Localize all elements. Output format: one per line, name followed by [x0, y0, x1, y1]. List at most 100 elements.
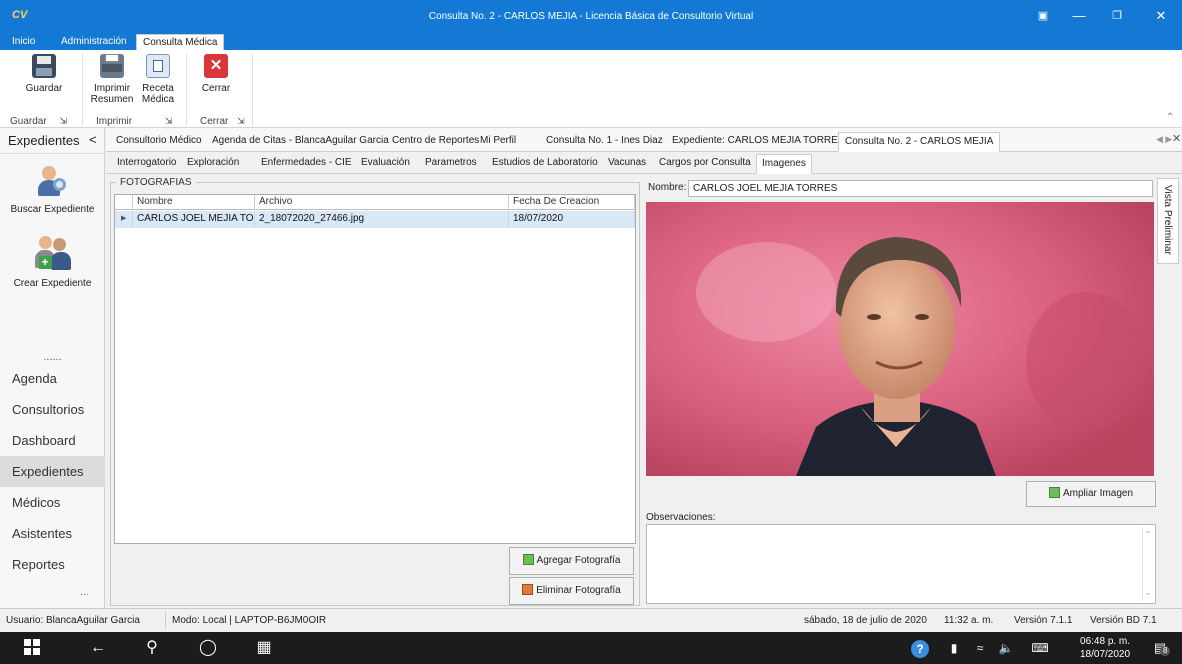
- status-modo: Modo: Local | LAPTOP-B6JM0OIR: [172, 615, 327, 626]
- add-patient-icon: +: [34, 234, 71, 272]
- add-photo-icon: [522, 554, 534, 565]
- ribbon-group-guardar: Guardar ⇲: [10, 116, 68, 127]
- dialog-launcher-icon[interactable]: ⇲: [165, 116, 173, 126]
- nombre-label: Nombre:: [648, 182, 687, 193]
- back-arrow-icon[interactable]: ←: [78, 632, 118, 664]
- tab-consulta-1[interactable]: Consulta No. 1 - Ines Diaz: [540, 132, 669, 152]
- ribbon: Guardar Imprimir Resumen Receta Médica ✕…: [0, 50, 1182, 128]
- table-row-archivo[interactable]: 2_18072020_27466.jpg: [255, 211, 509, 228]
- nombre-field[interactable]: CARLOS JOEL MEJIA TORRES: [688, 180, 1153, 197]
- tab-imagenes[interactable]: Imagenes: [756, 154, 812, 174]
- more-dots[interactable]: ......: [0, 351, 105, 363]
- windows-start-icon[interactable]: [12, 632, 52, 664]
- agregar-fotografia-button[interactable]: Agregar Fotografía: [509, 547, 634, 575]
- row-indicator-header: [115, 195, 133, 210]
- prescription-icon: [146, 54, 170, 78]
- tab-expediente[interactable]: Expediente: CARLOS MEJIA TORRES: [666, 132, 850, 152]
- nav-reportes[interactable]: Reportes: [0, 549, 105, 580]
- menu-consulta-medica[interactable]: Consulta Médica: [136, 34, 225, 51]
- col-fecha[interactable]: Fecha De Creacion: [509, 195, 635, 210]
- col-archivo[interactable]: Archivo: [255, 195, 509, 210]
- printer-icon: [100, 54, 124, 78]
- imprimir-resumen-button[interactable]: Imprimir Resumen: [88, 54, 136, 105]
- eliminar-fotografia-button[interactable]: Eliminar Fotografía: [509, 577, 634, 605]
- nav-expedientes[interactable]: Expedientes: [0, 456, 105, 487]
- zoom-image-icon: [1048, 487, 1060, 498]
- status-bar: Usuario: BlancaAguilar Garcia Modo: Loca…: [0, 608, 1182, 632]
- guardar-button[interactable]: Guardar: [20, 54, 68, 94]
- observaciones-label: Observaciones:: [646, 512, 716, 523]
- tab-consulta-2[interactable]: Consulta No. 2 - CARLOS MEJIA: [838, 132, 1001, 152]
- save-icon: [32, 54, 56, 78]
- left-panel-title: Expedientes: [8, 133, 80, 148]
- menu-inicio[interactable]: Inicio: [6, 34, 41, 50]
- notifications-icon[interactable]: ▤8: [1140, 632, 1180, 664]
- clock[interactable]: 06:48 p. m. 18/07/2020: [1080, 635, 1130, 661]
- search-icon[interactable]: ⚲: [132, 632, 172, 664]
- minimize-button[interactable]: —: [1064, 6, 1094, 26]
- table-row-fecha[interactable]: 18/07/2020: [509, 211, 635, 228]
- delete-photo-icon: [522, 584, 534, 595]
- tab-centro-reportes[interactable]: Centro de Reportes: [386, 132, 485, 152]
- status-version: Versión 7.1.1: [1014, 615, 1073, 626]
- fotografias-grid[interactable]: Nombre Archivo Fecha De Creacion ▶ CARLO…: [114, 194, 636, 544]
- tab-consultorio-medico[interactable]: Consultorio Médico: [110, 132, 208, 152]
- ribbon-separator: [186, 54, 187, 126]
- nav-asistentes[interactable]: Asistentes: [0, 518, 105, 549]
- scrollbar[interactable]: ⌃ ⌄: [1142, 527, 1154, 601]
- tab-interrogatorio[interactable]: Interrogatorio: [112, 154, 181, 174]
- task-view-icon[interactable]: ▦: [244, 632, 284, 664]
- nav-agenda[interactable]: Agenda: [0, 363, 105, 394]
- buscar-expediente-button[interactable]: Buscar Expediente: [0, 164, 105, 215]
- ribbon-group-imprimir: Imprimir ⇲: [96, 116, 173, 127]
- nav-consultorios[interactable]: Consultorios: [0, 394, 105, 425]
- cerrar-button[interactable]: ✕ Cerrar: [196, 54, 236, 94]
- tab-cargos[interactable]: Cargos por Consulta: [654, 154, 756, 174]
- close-tab-icon[interactable]: ✕: [1172, 132, 1181, 145]
- menu-bar: Inicio Administración Consulta Médica: [0, 34, 1182, 51]
- close-window-button[interactable]: ✕: [1146, 6, 1176, 26]
- observaciones-field[interactable]: ⌃ ⌄: [646, 524, 1156, 604]
- cortana-icon[interactable]: ◯: [188, 632, 228, 664]
- consulta-tabs: Interrogatorio Exploración Enfermedades …: [106, 152, 1182, 174]
- patient-photo[interactable]: [646, 202, 1154, 476]
- tab-scroll-icon[interactable]: ◀ ▶: [1156, 134, 1172, 145]
- tab-exploracion[interactable]: Exploración: [182, 154, 244, 174]
- tab-agenda-citas[interactable]: Agenda de Citas - BlancaAguilar Garcia: [206, 132, 395, 152]
- dialog-launcher-icon[interactable]: ⇲: [237, 116, 245, 126]
- collapse-panel-icon[interactable]: <: [89, 132, 97, 147]
- status-divider: [165, 612, 166, 628]
- keyboard-icon[interactable]: ⌨: [1020, 632, 1060, 664]
- ampliar-imagen-button[interactable]: Ampliar Imagen: [1026, 481, 1156, 507]
- table-row-nombre[interactable]: CARLOS JOEL MEJIA TOR...: [133, 211, 255, 228]
- nav-dashboard[interactable]: Dashboard: [0, 425, 105, 456]
- status-fecha: sábado, 18 de julio de 2020: [804, 615, 927, 626]
- title-bar: CV Consulta No. 2 - CARLOS MEJIA - Licen…: [0, 0, 1182, 34]
- window-title: Consulta No. 2 - CARLOS MEJIA - Licencia…: [428, 11, 754, 22]
- tab-mi-perfil[interactable]: Mi Perfil: [474, 132, 522, 152]
- nav-medicos[interactable]: Médicos: [0, 487, 105, 518]
- col-nombre[interactable]: Nombre: [133, 195, 255, 210]
- overflow-menu-icon[interactable]: ...: [80, 586, 89, 598]
- dialog-launcher-icon[interactable]: ⇲: [59, 116, 67, 126]
- status-version-bd: Versión BD 7.1: [1090, 615, 1157, 626]
- status-usuario: Usuario: BlancaAguilar Garcia: [6, 615, 140, 626]
- tab-parametros[interactable]: Parametros: [420, 154, 482, 174]
- tab-evaluacion[interactable]: Evaluación: [356, 154, 415, 174]
- status-hora: 11:32 a. m.: [944, 615, 994, 626]
- tab-vacunas[interactable]: Vacunas: [603, 154, 651, 174]
- close-icon: ✕: [204, 54, 228, 78]
- menu-administracion[interactable]: Administración: [55, 34, 133, 50]
- collapse-ribbon-icon[interactable]: ⌃: [1166, 112, 1174, 123]
- ribbon-toggle-icon[interactable]: ▣: [1028, 6, 1058, 26]
- crear-expediente-button[interactable]: + Crear Expediente: [0, 234, 105, 289]
- fotografias-label: FOTOGRAFIAS: [116, 177, 196, 188]
- ribbon-separator: [252, 54, 253, 126]
- search-patient-icon: [36, 164, 70, 200]
- document-tabs: Consultorio Médico Agenda de Citas - Bla…: [106, 128, 1182, 152]
- receta-medica-button[interactable]: Receta Médica: [136, 54, 180, 105]
- restore-button[interactable]: ❐: [1102, 6, 1132, 26]
- vista-preliminar-tab[interactable]: Vista Preliminar: [1157, 178, 1179, 264]
- tab-enfermedades[interactable]: Enfermedades - CIE: [256, 154, 357, 174]
- tab-estudios[interactable]: Estudios de Laboratorio: [487, 154, 603, 174]
